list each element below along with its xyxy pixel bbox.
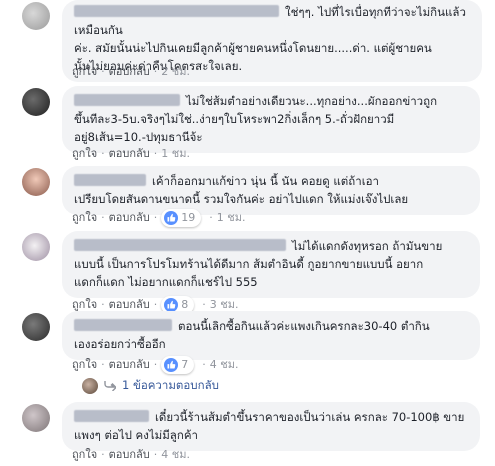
comment-actions: ถูกใจ · ตอบกลับ · 4 ชม. [72, 448, 190, 461]
blurred-author-name[interactable] [74, 410, 149, 422]
reply-link[interactable]: ตอบกลับ [109, 448, 150, 461]
comment-text-line: แบบนี้ เป็นการโปรโมทร้านได้ดีมาก ส้มตำอิ… [74, 257, 424, 271]
reply-link[interactable]: ตอบกลับ [109, 147, 150, 160]
timestamp[interactable]: 4 ชม. [210, 358, 239, 372]
comment-text-line: เองอร่อยกว่าซื้ออีก [74, 337, 166, 351]
avatar[interactable] [22, 2, 50, 30]
reply-arrow-icon [104, 381, 116, 391]
comment-text-line: ค่ะ. สมัยนั้นน่ะไปกินเคยมีลูกค้าผู้ชายคน… [74, 41, 432, 55]
comment-bubble: ตอนนี้เลิกซื้อกินแล้วค่ะแพงเกินครกละ30-4… [62, 311, 480, 360]
blurred-author-name[interactable] [74, 319, 172, 331]
blurred-author-name[interactable] [74, 239, 286, 251]
like-link[interactable]: ถูกใจ [72, 298, 97, 312]
thumbs-up-icon [164, 298, 179, 312]
comment-actions: ถูกใจ · ตอบกลับ · 7 · 4 ชม. [72, 356, 238, 374]
reaction-count[interactable]: 7 [161, 356, 195, 374]
blurred-author-name[interactable] [74, 5, 279, 17]
reply-link[interactable]: ตอบกลับ [109, 358, 150, 372]
blurred-author-name[interactable] [74, 174, 146, 186]
comment-bubble: ไม่ได้แดกดังทุหรอก ถ้ามันขาย แบบนี้ เป็น… [62, 231, 480, 298]
timestamp[interactable]: 3 ชม. [210, 298, 239, 312]
thumbs-up-icon [164, 358, 179, 372]
reaction-number: 19 [181, 211, 196, 224]
like-link[interactable]: ถูกใจ [72, 65, 97, 78]
timestamp[interactable]: 1 ชม. [161, 147, 190, 160]
view-replies-link[interactable]: 1 ข้อความตอบกลับ [82, 377, 219, 395]
like-link[interactable]: ถูกใจ [72, 358, 97, 372]
comment-actions: ถูกใจ · ตอบกลับ · 2 ชม. [72, 65, 190, 78]
comment-text-line: ตอนนี้เลิกซื้อกินแล้วค่ะแพงเกินครกละ30-4… [178, 319, 430, 333]
comment-text-line: เค้าก็ออกมาแก้ข่าว นุ่น นี้ นัน คอยดู แต… [152, 174, 379, 188]
replies-count-label[interactable]: 1 ข้อความตอบกลับ [122, 377, 219, 395]
like-link[interactable]: ถูกใจ [72, 147, 97, 160]
comment-bubble: ไม่ใช่ส้มตำอย่างเดียวนะ...ทุกอย่าง...ผัก… [62, 86, 480, 153]
reply-link[interactable]: ตอบกลับ [109, 298, 150, 312]
reply-avatar [82, 378, 98, 394]
reaction-number: 7 [181, 358, 189, 371]
thumbs-up-icon [164, 211, 179, 225]
avatar[interactable] [22, 88, 50, 116]
comment-text-line: อยู่8เส้น=10.-ปทุมธานีจ้ะ [74, 130, 203, 144]
avatar[interactable] [22, 404, 50, 432]
comment-actions: ถูกใจ · ตอบกลับ · 1 ชม. [72, 147, 190, 160]
comment-actions: ถูกใจ · ตอบกลับ · 19 · 1 ชม. [72, 209, 245, 227]
like-link[interactable]: ถูกใจ [72, 448, 97, 461]
reaction-count[interactable]: 19 [161, 209, 202, 227]
reply-link[interactable]: ตอบกลับ [109, 65, 150, 78]
like-link[interactable]: ถูกใจ [72, 211, 97, 225]
avatar[interactable] [22, 168, 50, 196]
comment-text-line: ไม่ใช่ส้มตำอย่างเดียวนะ...ทุกอย่าง...ผัก… [186, 94, 438, 108]
timestamp[interactable]: 2 ชม. [161, 65, 190, 78]
comment-text-line: แดกก็แดก ไม่อยากแดกก็แชร์ไป 555 [74, 275, 258, 289]
comment-text-line: เดี๋ยวนี้ร้านส้มตำขึ้นราคาของเป็นว่าเล่น… [155, 410, 465, 424]
reaction-number: 8 [181, 298, 189, 311]
timestamp[interactable]: 4 ชม. [161, 448, 190, 461]
avatar[interactable] [22, 233, 50, 261]
comment-text-line: แพงๆ ต่อไป คงไม่มีลูกค้า [74, 428, 198, 442]
comment-text-line: เปรียบโดยสันดานขนาดนี้ รวมใจกันค่ะ อย่าไ… [74, 192, 409, 206]
comment-bubble: เดี๋ยวนี้ร้านส้มตำขึ้นราคาของเป็นว่าเล่น… [62, 402, 480, 451]
timestamp[interactable]: 1 ชม. [217, 211, 246, 225]
blurred-author-name[interactable] [74, 94, 180, 106]
comment-text-line: ขึ้นทีละ3-5บ.จริงๆไม่ใช่..ง่ายๆใบโหระพา2… [74, 112, 395, 126]
avatar[interactable] [22, 313, 50, 341]
comment-text-line: ไม่ได้แดกดังทุหรอก ถ้ามันขาย [292, 239, 443, 253]
comment-bubble: เค้าก็ออกมาแก้ข่าว นุ่น นี้ นัน คอยดู แต… [62, 166, 480, 215]
reply-link[interactable]: ตอบกลับ [109, 211, 150, 225]
